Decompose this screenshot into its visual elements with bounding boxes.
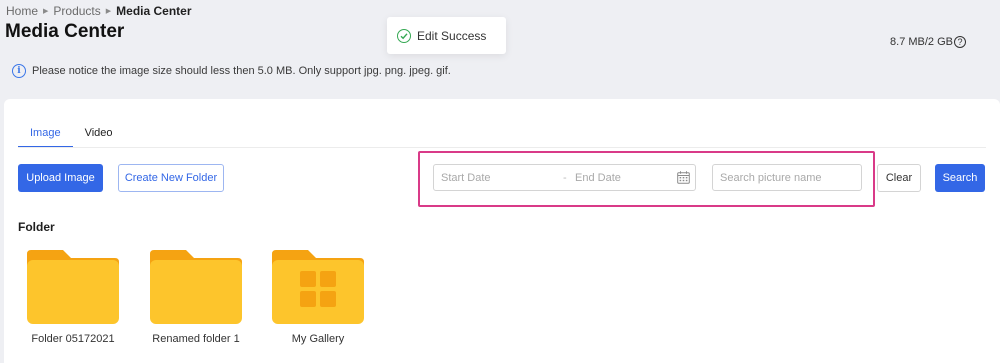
folder-section-heading: Folder [18,220,55,234]
folder-name: My Gallery [291,333,345,345]
date-range-picker[interactable]: Start Date - End Date [433,164,696,191]
chevron-right-icon: ▶ [43,8,49,15]
media-tabs: Image Video [18,121,125,148]
folder-item[interactable]: Folder 05172021 [23,250,123,345]
folder-name: Renamed folder 1 [152,333,240,345]
folder-item[interactable]: My Gallery [268,250,368,345]
date-separator: - [563,171,567,184]
folder-item[interactable]: Renamed folder 1 [146,250,246,345]
check-circle-icon [397,28,411,43]
upload-image-button[interactable]: Upload Image [18,164,103,192]
end-date-input[interactable]: End Date [575,172,621,184]
folder-icon [27,250,119,324]
breadcrumb-current: Media Center [116,4,192,18]
tab-video[interactable]: Video [73,121,125,148]
chevron-right-icon: ▶ [105,8,112,15]
page-title: Media Center [5,21,125,42]
tab-image[interactable]: Image [18,121,73,148]
breadcrumb: Home ▶ Products ▶ Media Center [6,4,192,18]
tabs-divider [18,147,986,148]
storage-usage: 8.7 MB/2 GB ? [890,36,966,48]
notice-text: Please notice the image size should less… [32,65,451,77]
search-picture-input[interactable] [712,164,862,191]
start-date-input[interactable]: Start Date [441,172,491,184]
folder-icon [150,250,242,324]
search-button[interactable]: Search [935,164,985,192]
upload-notice: i Please notice the image size should le… [12,64,451,78]
storage-text: 8.7 MB/2 GB [890,36,953,48]
media-panel: Image Video Upload Image Create New Fold… [4,99,1000,363]
folder-name: Folder 05172021 [31,333,115,345]
info-icon: i [12,64,26,78]
breadcrumb-products[interactable]: Products [53,4,100,18]
create-folder-button[interactable]: Create New Folder [118,164,224,192]
success-toast: Edit Success [387,17,506,54]
help-icon[interactable]: ? [954,36,966,48]
gallery-folder-icon [272,250,364,324]
breadcrumb-home[interactable]: Home [6,4,38,18]
clear-button[interactable]: Clear [877,164,921,192]
toast-message: Edit Success [417,28,487,43]
calendar-icon[interactable] [677,171,690,187]
